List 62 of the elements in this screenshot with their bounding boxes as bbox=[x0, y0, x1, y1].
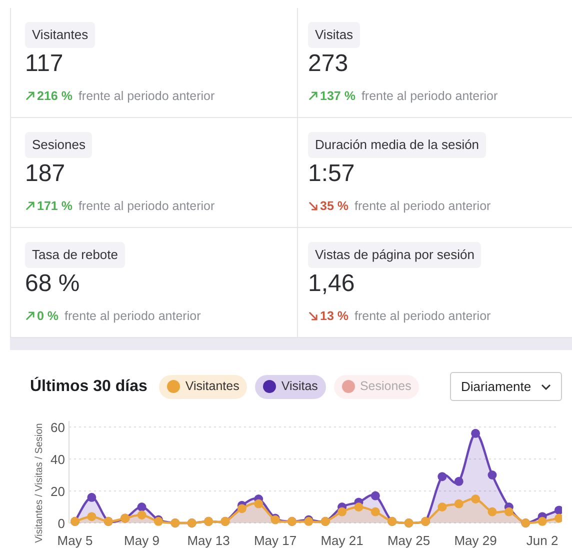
data-point bbox=[454, 476, 464, 486]
x-tick-label: May 21 bbox=[320, 533, 364, 548]
data-point bbox=[488, 470, 497, 480]
change-value: 216 % bbox=[37, 88, 72, 104]
comparison-note: frente al periodo anterior bbox=[361, 88, 498, 105]
data-point bbox=[504, 507, 514, 516]
y-tick-label: 0 bbox=[58, 516, 65, 531]
change-value: 171 % bbox=[37, 198, 72, 214]
data-point bbox=[488, 507, 497, 516]
change-value: 35 % bbox=[320, 198, 348, 214]
metric-label: Vistas de página por sesión bbox=[308, 242, 482, 268]
data-point bbox=[254, 499, 264, 508]
legend-toggle[interactable]: Visitas bbox=[255, 374, 326, 398]
x-tick-label: May 13 bbox=[187, 533, 230, 548]
data-point bbox=[370, 491, 380, 500]
data-point bbox=[87, 492, 96, 502]
x-tick-label: Jun 2 bbox=[526, 533, 558, 548]
data-point bbox=[137, 502, 146, 512]
metric-value: 273 bbox=[308, 48, 350, 78]
data-point bbox=[471, 494, 480, 504]
metric-value: 68 % bbox=[25, 268, 81, 298]
data-point bbox=[87, 512, 96, 522]
x-tick-label: May 29 bbox=[454, 533, 497, 548]
comparison-note: frente al periodo anterior bbox=[64, 308, 201, 325]
y-axis-label: Visitantes / Visitas / Sesion bbox=[34, 423, 45, 543]
data-point bbox=[454, 499, 464, 508]
comparison-note: frente al periodo anterior bbox=[78, 198, 215, 215]
y-tick-label: 40 bbox=[50, 452, 65, 467]
x-tick-label: May 5 bbox=[57, 533, 93, 548]
data-point bbox=[538, 516, 547, 526]
metric-label: Sesiones bbox=[25, 132, 92, 158]
metric-value: 117 bbox=[25, 48, 64, 78]
comparison-note: frente al periodo anterior bbox=[78, 88, 215, 105]
metric-label: Tasa de rebote bbox=[25, 242, 126, 268]
chart-title: Últimos 30 días bbox=[30, 376, 148, 396]
data-point bbox=[338, 507, 347, 516]
chevron-down-icon bbox=[541, 384, 551, 390]
data-point bbox=[354, 502, 364, 512]
metric-label: Visitantes bbox=[25, 22, 96, 48]
y-tick-label: 60 bbox=[50, 420, 65, 435]
metric-value: 1:57 bbox=[308, 158, 356, 188]
interval-dropdown[interactable]: Diariamente bbox=[450, 372, 562, 401]
data-point bbox=[137, 510, 146, 520]
metric-label: Duración media de la sesión bbox=[308, 132, 486, 158]
legend-toggle[interactable]: Visitantes bbox=[159, 374, 248, 398]
x-tick-label: May 25 bbox=[387, 533, 430, 548]
x-tick-label: May 17 bbox=[254, 533, 297, 548]
data-point bbox=[471, 428, 480, 438]
data-point bbox=[438, 472, 447, 482]
metric-value: 187 bbox=[25, 158, 66, 188]
x-tick-label: May 9 bbox=[124, 533, 160, 548]
change-value: 0 % bbox=[37, 308, 59, 324]
metric-value: 1,46 bbox=[308, 268, 356, 298]
comparison-note: frente al periodo anterior bbox=[354, 198, 491, 215]
change-value: 137 % bbox=[320, 88, 356, 104]
comparison-note: frente al periodo anterior bbox=[354, 308, 491, 325]
y-tick-label: 20 bbox=[50, 484, 65, 499]
change-value: 13 % bbox=[320, 308, 348, 324]
data-point bbox=[370, 507, 380, 516]
data-point bbox=[438, 502, 447, 512]
metric-label: Visitas bbox=[308, 22, 360, 48]
data-point bbox=[237, 504, 246, 514]
